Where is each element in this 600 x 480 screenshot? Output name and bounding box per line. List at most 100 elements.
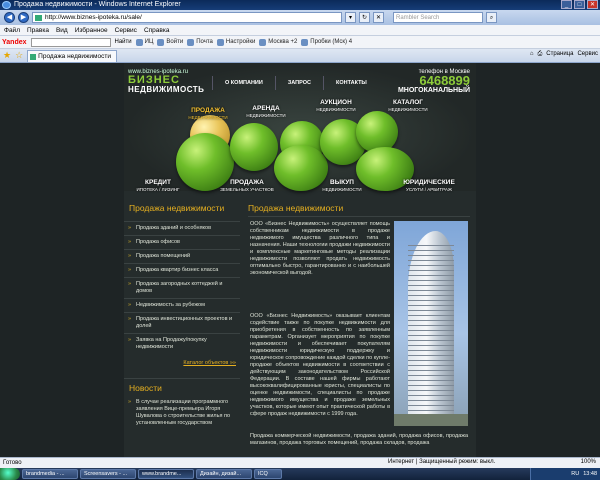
ic-icon [135, 38, 143, 46]
header-link-land[interactable]: ПРОДАЖА ЗЕМЕЛЬНЫХ УЧАСТКОВ [212, 179, 282, 193]
header-link-title: ПРОДАЖА [191, 107, 225, 114]
yandex-item-label: Почта [196, 39, 213, 45]
sidebar-item-abroad[interactable]: Недвижимость за рубежом [124, 298, 240, 312]
yandex-item-mail[interactable]: Почта [187, 38, 213, 46]
tower-stripes [408, 241, 454, 421]
search-input[interactable]: Rambler Search [393, 12, 483, 23]
header-link-title: АУКЦИОН [320, 99, 352, 106]
taskbar-item-icq[interactable]: ICQ [254, 469, 282, 479]
sidebar-item-premises[interactable]: Продажа помещений [124, 249, 240, 263]
sidebar-item-investment[interactable]: Продажа инвестиционных проектов и долей [124, 312, 240, 333]
header-link-sub: ИПОТЕКА / ЛИЗИНГ [136, 187, 180, 192]
window-titlebar: Продажа недвижимости - Windows Internet … [0, 0, 600, 10]
header-link-auction[interactable]: АУКЦИОН НЕДВИЖИМОСТИ [306, 99, 366, 113]
system-tray: RU 13:48 [530, 468, 600, 480]
header-link-catalog[interactable]: КАТАЛОГ НЕДВИЖИМОСТИ [378, 99, 438, 113]
header-link-sale[interactable]: ПРОДАЖА НЕДВИЖИМОСТИ [180, 107, 236, 121]
header-link-buyout[interactable]: ВЫКУП НЕДВИЖИМОСТИ [314, 179, 370, 193]
mail-icon [187, 38, 195, 46]
nav-about[interactable]: О КОМПАНИИ [212, 76, 275, 90]
yandex-item-traffic[interactable]: Пробки (Мск) 4 [301, 38, 353, 46]
language-indicator[interactable]: RU [571, 471, 579, 477]
header-link-sub: ЗЕМЕЛЬНЫХ УЧАСТКОВ [220, 187, 274, 192]
menu-view[interactable]: Вид [56, 27, 68, 34]
taskbar-item-brandmedia[interactable]: brandmedia - ... [22, 469, 78, 479]
yandex-item-settings[interactable]: Настройки [216, 38, 256, 46]
tools-menu[interactable]: Сервис [577, 51, 598, 58]
site-logo[interactable]: www.biznes-ipoteka.ru БИЗНЕС НЕДВИЖИМОСТ… [128, 69, 204, 94]
header-link-legal[interactable]: ЮРИДИЧЕСКИЕ УСЛУГИ / АРБИТРАЖ [392, 179, 466, 193]
yandex-toolbar: Yandex Найти ИЦ Войти Почта Настройки Мо… [0, 36, 600, 49]
yandex-item-label: Настройки [225, 39, 256, 45]
yandex-item-label: Пробки (Мск) 4 [310, 39, 353, 45]
header-link-sub: УСЛУГИ / АРБИТРАЖ [406, 187, 452, 192]
yandex-logo[interactable]: Yandex [2, 39, 27, 46]
yandex-item-label: ИЦ [144, 39, 154, 45]
header-link-title: КАТАЛОГ [393, 99, 423, 106]
taskbar-item-brandme[interactable]: www.brandme... [138, 469, 194, 479]
sidebar-item-request[interactable]: Заявка на Продажу/покупку недвижимости [124, 333, 240, 354]
menu-edit[interactable]: Правка [27, 27, 49, 34]
minimize-button[interactable]: _ [561, 0, 572, 9]
phone-number: 6468899 [419, 73, 470, 88]
sidebar-menu: Продажа зданий и особняков Продажа офисо… [124, 221, 240, 354]
header-link-sub: НЕДВИЖИМОСТИ [188, 115, 228, 120]
menu-favorites[interactable]: Избранное [75, 27, 108, 34]
catalog-link[interactable]: Каталог объектов »» [124, 360, 240, 366]
yandex-find-button[interactable]: Найти [115, 39, 132, 45]
taskbar-item-design[interactable]: Дизайн, дизай... [196, 469, 252, 479]
header-link-rent[interactable]: АРЕНДА НЕДВИЖИМОСТИ [236, 105, 296, 119]
header-link-title: ПРОДАЖА [230, 179, 264, 186]
start-button[interactable] [0, 468, 20, 480]
apple-rent[interactable] [230, 123, 278, 171]
zoom-level[interactable]: 100% [581, 459, 596, 465]
menu-tools[interactable]: Сервис [115, 27, 137, 34]
paragraph-intro: ООО «Бизнес Недвижимость» осуществляет п… [250, 221, 390, 276]
forward-icon[interactable]: ▶ [18, 12, 29, 23]
print-icon[interactable]: ⎙ [537, 51, 542, 58]
maximize-button[interactable]: □ [574, 0, 585, 9]
stop-icon[interactable]: ✕ [373, 12, 384, 23]
taskbar: brandmedia - ... Screensavers - ... www.… [0, 468, 600, 480]
refresh-icon[interactable]: ↻ [359, 12, 370, 23]
sidebar-item-apartments[interactable]: Продажа квартир бизнес класса [124, 263, 240, 277]
close-button[interactable]: ✕ [587, 0, 598, 9]
clock[interactable]: 13:48 [583, 471, 597, 477]
header-link-sub: НЕДВИЖИМОСТИ [316, 107, 356, 112]
yandex-item-login[interactable]: Войти [157, 38, 183, 46]
taskbar-item-screensavers[interactable]: Screensavers - ... [80, 469, 136, 479]
site-favicon-icon [35, 15, 42, 21]
favorites-star-icon[interactable]: ★ [3, 50, 11, 61]
security-zone[interactable]: Интернет | Защищенный режим: выкл. [388, 459, 495, 465]
url-field[interactable]: http://www.biznes-ipoteka.ru/sale/ [32, 12, 342, 23]
phone-block: телефон в Москве 6468899 МНОГОКАНАЛЬНЫЙ [398, 69, 470, 94]
sidebar-item-cottages[interactable]: Продажа загородных коттеджей и домов [124, 277, 240, 298]
address-bar: ◀ ▶ http://www.biznes-ipoteka.ru/sale/ ▾… [0, 10, 600, 25]
status-text: Готово [3, 460, 22, 466]
news-item[interactable]: В случае реализации программного заявлен… [124, 393, 240, 427]
brand-line1: БИЗНЕС [128, 74, 180, 86]
nav-request[interactable]: ЗАПРОС [274, 76, 323, 90]
menu-help[interactable]: Справка [144, 27, 170, 34]
yandex-item-ic[interactable]: ИЦ [135, 38, 154, 46]
window-controls: _ □ ✕ [561, 0, 598, 10]
brand-line2: НЕДВИЖИМОСТЬ [128, 85, 205, 94]
search-icon[interactable]: ⌕ [486, 12, 497, 23]
dropdown-arrow-icon[interactable]: ▾ [345, 12, 356, 23]
yandex-item-weather[interactable]: Москва +2 [259, 38, 297, 46]
home-icon[interactable]: ⌂ [530, 51, 534, 58]
back-icon[interactable]: ◀ [4, 12, 15, 23]
paragraph-keywords: Продажа коммерческой недвижимости, прода… [250, 433, 468, 446]
tab-active[interactable]: Продажа недвижимости [27, 49, 118, 62]
yandex-search-input[interactable] [30, 37, 111, 47]
window-title: Продажа недвижимости - Windows Internet … [14, 1, 181, 8]
menu-file[interactable]: Файл [4, 27, 20, 34]
add-favorite-icon[interactable]: ☆ [15, 50, 23, 61]
nav-contacts[interactable]: КОНТАКТЫ [322, 76, 379, 90]
sidebar-item-offices[interactable]: Продажа офисов [124, 235, 240, 249]
page-menu[interactable]: Страница [546, 51, 573, 58]
sidebar-item-buildings[interactable]: Продажа зданий и особняков [124, 221, 240, 235]
header-link-sub: НЕДВИЖИМОСТИ [322, 187, 362, 192]
sidebar: Продажа недвижимости Продажа зданий и ос… [124, 203, 240, 457]
header-link-credit[interactable]: КРЕДИТ ИПОТЕКА / ЛИЗИНГ [128, 179, 188, 193]
